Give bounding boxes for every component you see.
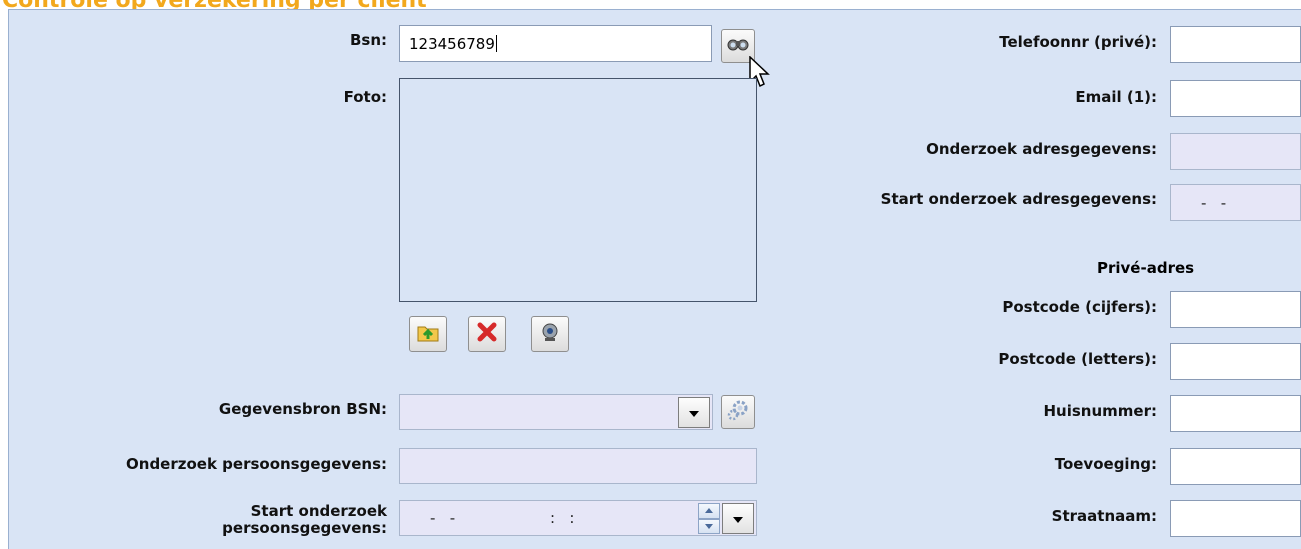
- postcode-letters-input[interactable]: [1170, 343, 1301, 380]
- straatnaam-label: Straatnaam:: [1051, 507, 1157, 525]
- bsn-input[interactable]: 123456789: [399, 25, 712, 62]
- webcam-icon: [539, 321, 561, 347]
- gegevensbron-label: Gegevensbron BSN:: [218, 400, 387, 418]
- prive-adres-heading: Privé-adres: [1097, 259, 1195, 277]
- red-x-icon: [476, 321, 498, 347]
- chevron-down-icon: [732, 510, 744, 528]
- email-label: Email (1):: [1075, 88, 1157, 106]
- postcode-cijfers-label: Postcode (cijfers):: [1002, 298, 1157, 316]
- gear-icon: [727, 399, 749, 425]
- time-mask: : :: [550, 509, 575, 527]
- upload-photo-button[interactable]: [409, 316, 447, 352]
- date-mask: - -: [430, 509, 456, 527]
- straatnaam-input[interactable]: [1170, 500, 1301, 537]
- webcam-button[interactable]: [531, 316, 569, 352]
- onderzoek-adres-label: Onderzoek adresgegevens:: [926, 140, 1157, 158]
- postcode-cijfers-input[interactable]: [1170, 291, 1301, 328]
- dropdown-arrow[interactable]: [678, 397, 710, 428]
- onderzoek-persoon-label: Onderzoek persoonsgegevens:: [126, 455, 387, 473]
- delete-photo-button[interactable]: [468, 316, 506, 352]
- toevoeging-input[interactable]: [1170, 448, 1301, 485]
- telefoon-label: Telefoonnr (privé):: [999, 33, 1157, 51]
- bsn-value: 123456789: [409, 35, 495, 53]
- spinner-up-icon[interactable]: [698, 503, 720, 519]
- datetime-dropdown-arrow[interactable]: [722, 503, 754, 534]
- binoculars-icon: [727, 36, 749, 56]
- start-onderzoek-persoon-datetime[interactable]: - - : :: [399, 500, 757, 536]
- foto-label: Foto:: [343, 88, 387, 106]
- postcode-letters-label: Postcode (letters):: [998, 350, 1157, 368]
- start-onderzoek-adres-label: Start onderzoek adresgegevens:: [880, 190, 1157, 208]
- onderzoek-adres-field[interactable]: [1170, 133, 1301, 170]
- bsn-label: Bsn:: [349, 31, 387, 49]
- date-mask: - -: [1201, 194, 1227, 212]
- start-onderzoek-adres-date[interactable]: - -: [1170, 184, 1301, 221]
- onderzoek-persoon-field[interactable]: [399, 448, 757, 484]
- chevron-down-icon: [688, 404, 700, 422]
- toevoeging-label: Toevoeging:: [1054, 455, 1157, 473]
- spinner-down-icon[interactable]: [698, 518, 720, 534]
- gegevensbron-settings-button[interactable]: [721, 395, 755, 429]
- folder-upload-icon: [416, 321, 440, 347]
- datetime-spinner[interactable]: [698, 503, 720, 534]
- photo-area: [399, 78, 757, 302]
- gegevensbron-select[interactable]: [399, 394, 713, 430]
- huisnummer-input[interactable]: [1170, 395, 1301, 432]
- email-input[interactable]: [1170, 80, 1301, 117]
- telefoon-input[interactable]: [1170, 26, 1301, 63]
- start-onderzoek-persoon-label: Start onderzoek persoonsgegevens:: [222, 502, 387, 537]
- huisnummer-label: Huisnummer:: [1043, 402, 1158, 420]
